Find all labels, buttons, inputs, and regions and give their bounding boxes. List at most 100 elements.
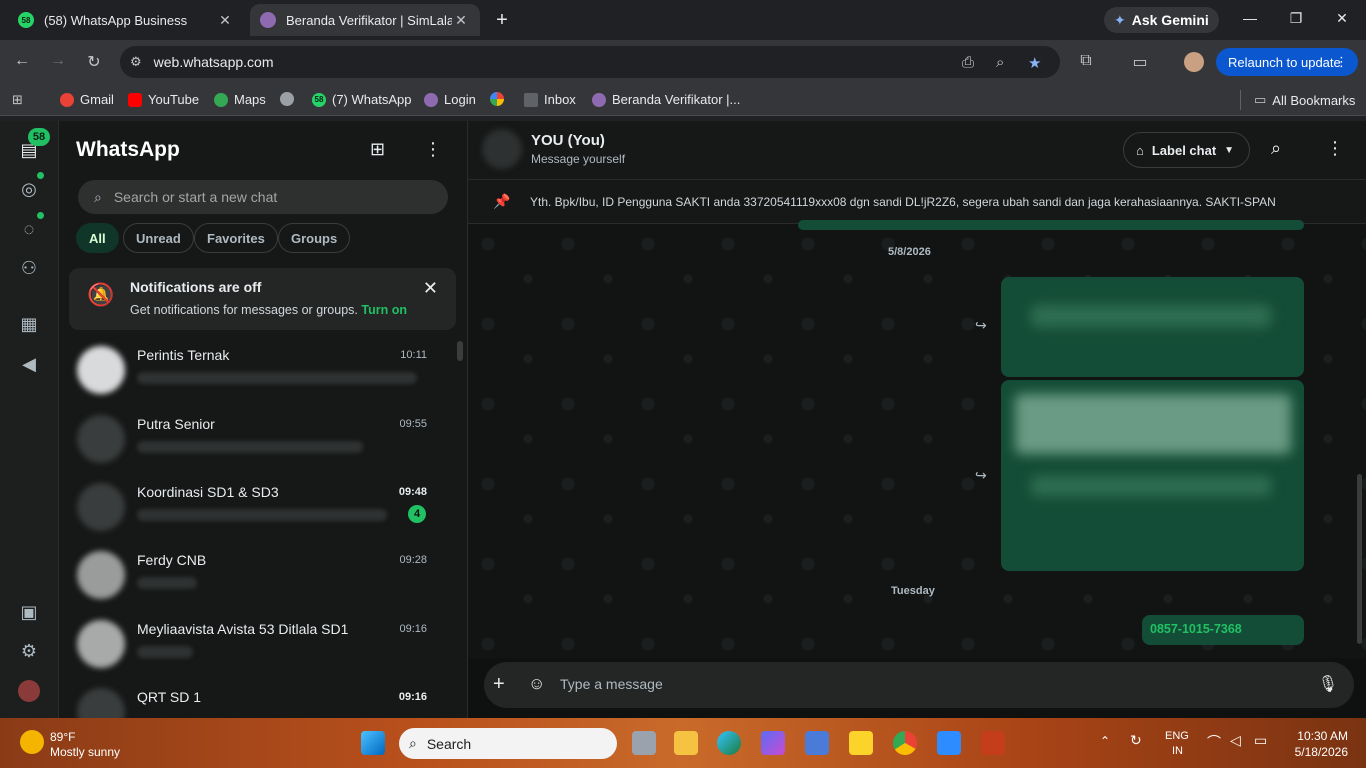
bookmark-gmail[interactable]: Gmail [60,92,114,107]
bookmark-inbox[interactable]: Inbox [524,92,576,107]
language-secondary[interactable]: IN [1172,745,1183,757]
battery-icon[interactable]: ▭ [1254,732,1267,749]
bookmark-label: Login [444,92,476,107]
filter-favorites[interactable]: Favorites [194,223,278,253]
search-input[interactable]: ⌕ Search or start a new chat [78,180,448,214]
back-icon[interactable]: ← [12,52,32,70]
chat-row[interactable]: Putra Senior 09:55 [59,405,459,473]
chrome-icon[interactable] [893,731,917,755]
forward-icon[interactable]: ↪ [975,467,987,484]
tab-whatsapp[interactable]: 58 (58) WhatsApp Business ✕ [8,4,244,36]
bookmark-whatsapp[interactable]: 58 (7) WhatsApp [312,92,411,107]
message-bubble[interactable] [1001,277,1304,377]
install-app-icon[interactable]: ⎙ [962,54,974,71]
task-view-icon[interactable] [632,731,656,755]
contact-name[interactable]: YOU (You) [531,132,605,149]
media-icon[interactable]: ▣ [18,601,40,623]
all-bookmarks[interactable]: ▭ All Bookmarks [1254,92,1355,108]
chats-badge: 58 [28,128,50,146]
bookmark-star-icon[interactable]: ★ [1028,54,1041,72]
label-chat-button[interactable]: ⌂ Label chat ▼ [1123,132,1250,168]
windows-start-icon[interactable] [361,731,385,755]
forward-icon[interactable]: → [48,52,68,70]
tab-simlala[interactable]: Beranda Verifikator | SimLala ✕ [250,4,480,36]
language-primary[interactable]: ENG [1165,730,1189,742]
filter-unread[interactable]: Unread [123,223,194,253]
bookmark-login[interactable]: Login [424,92,476,107]
weather-temp[interactable]: 89°F [50,730,75,744]
search-icon[interactable]: ⌕ [1271,138,1281,159]
channels-icon[interactable]: ◌ [18,218,40,240]
camera-icon[interactable] [805,731,829,755]
menu-dots-icon[interactable]: ⋮ [1326,138,1344,159]
maximize-icon[interactable]: ❐ [1286,10,1306,27]
site-info-icon[interactable]: ⚙ [130,54,142,70]
message-input[interactable]: Type a message [560,676,663,692]
chat-row[interactable]: QRT SD 1 09:16 [59,678,459,718]
chat-row[interactable]: Meyliaavista Avista 53 Ditlala SD1 09:16 [59,610,459,678]
menu-dots-icon[interactable]: ⋮ [1335,54,1348,70]
status-icon[interactable]: ◎ [18,178,40,200]
phone-number-link[interactable]: 0857-1015-7368 [1150,622,1242,636]
reload-icon[interactable]: ↻ [84,52,104,72]
tab-search-icon[interactable]: ▭ [1130,52,1150,72]
turn-on-link[interactable]: Turn on [361,303,407,317]
wifi-icon[interactable]: ⌒ [1207,732,1221,752]
bookmark-photos[interactable] [490,92,504,106]
message-bubble[interactable] [1001,380,1304,571]
filter-groups[interactable]: Groups [278,223,351,253]
bookmark-beranda[interactable]: Beranda Verifikator |... [592,92,740,107]
apps-grid-icon[interactable]: ⊞ [12,92,23,108]
bookmark-maps[interactable]: Maps [214,92,266,107]
communities-icon[interactable]: ⚇ [18,257,40,279]
weather-desc[interactable]: Mostly sunny [50,745,120,759]
zoom-icon[interactable]: ⌕ [996,54,1004,71]
taskbar-search[interactable]: ⌕ Search [399,728,617,759]
profile-avatar[interactable] [1184,52,1204,72]
edge-icon[interactable] [717,731,741,755]
forward-icon[interactable]: ↪ [975,317,987,334]
copilot-icon[interactable] [761,731,785,755]
catalog-icon[interactable]: ▦ [18,313,40,335]
zoom-app-icon[interactable] [937,731,961,755]
ads-megaphone-icon[interactable]: ◀ [18,353,40,375]
relaunch-label: Relaunch to update [1228,54,1341,70]
sticky-notes-icon[interactable] [849,731,873,755]
sync-icon[interactable]: ↻ [1130,732,1142,749]
new-tab-icon[interactable]: + [492,9,512,32]
pinned-message-bar[interactable]: 📌 Yth. Bpk/Ibu, ID Pengguna SAKTI anda 3… [468,180,1366,224]
volume-icon[interactable]: ◁ [1230,732,1241,749]
chat-row[interactable]: Koordinasi SD1 & SD3 09:48 4 [59,473,459,541]
ask-gemini-button[interactable]: ✦ Ask Gemini [1104,7,1219,33]
close-icon[interactable]: ✕ [423,278,438,299]
clock-time[interactable]: 10:30 AM [1296,729,1348,743]
avatar[interactable] [482,129,522,169]
message-bubble[interactable]: 0857-1015-7368 [1142,615,1304,645]
bookmark-youtube[interactable]: YouTube [128,92,199,107]
extensions-icon[interactable]: ⧉ [1076,52,1096,70]
new-chat-icon[interactable]: ⊞ [370,139,385,160]
file-explorer-icon[interactable] [674,731,698,755]
bookmark-globe[interactable] [280,92,294,106]
close-window-icon[interactable]: ✕ [1332,10,1352,27]
menu-dots-icon[interactable]: ⋮ [424,139,442,160]
tray-chevron-icon[interactable]: ⌃ [1100,734,1110,748]
powerpoint-icon[interactable] [981,731,1005,755]
profile-avatar[interactable] [18,680,40,702]
close-tab-icon[interactable]: ✕ [452,12,470,29]
address-bar[interactable]: ⚙ web.whatsapp.com ⎙ ⌕ ★ [120,46,1060,78]
message-bubble[interactable] [798,220,1304,230]
close-tab-icon[interactable]: ✕ [216,12,234,29]
filter-all[interactable]: All [76,223,119,253]
microphone-icon[interactable]: 🎙 [1318,674,1338,694]
settings-gear-icon[interactable]: ⚙ [18,640,40,662]
chat-row[interactable]: Ferdy CNB 09:28 [59,541,459,609]
attach-plus-icon[interactable]: + [493,673,505,696]
emoji-sticker-icon[interactable]: ☺ [528,674,545,694]
relaunch-button[interactable]: Relaunch to update ⋮ [1216,48,1358,76]
chat-row[interactable]: Perintis Ternak 10:11 [59,336,459,404]
minimize-icon[interactable]: — [1240,10,1260,26]
scrollbar-thumb[interactable] [1357,474,1362,644]
notification-text: Get notifications for messages or groups… [130,303,358,317]
clock-date[interactable]: 5/18/2026 [1288,745,1348,759]
